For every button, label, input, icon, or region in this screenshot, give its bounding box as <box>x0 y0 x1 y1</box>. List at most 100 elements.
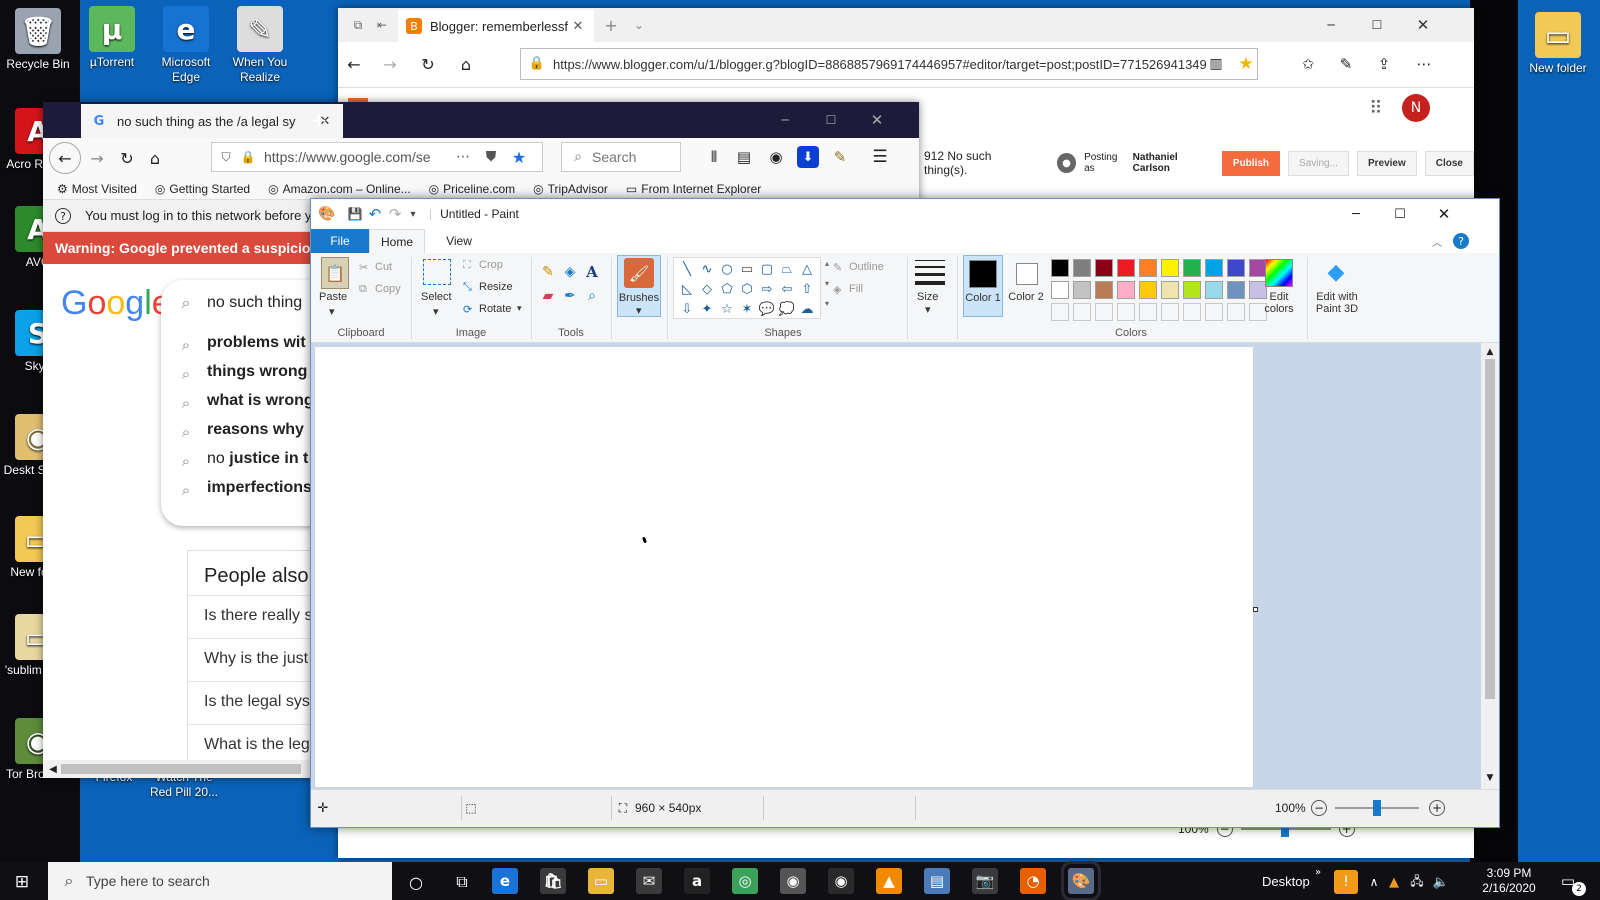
windows-start-icon[interactable]: ⊞ <box>10 870 34 894</box>
save-icon[interactable]: 💾 <box>345 207 365 221</box>
pen-icon[interactable]: ✎ <box>1334 52 1358 76</box>
desktop-icon-torrent[interactable]: µ µTorrent <box>74 6 150 70</box>
taskbar-paint-doc-icon[interactable]: ▤ <box>924 868 950 894</box>
palette-swatch[interactable] <box>1073 281 1091 299</box>
tab-home[interactable]: Home <box>369 229 425 253</box>
scroll-left-icon[interactable]: ◀ <box>47 762 59 776</box>
sidebar-icon[interactable]: ▤ <box>733 146 755 168</box>
new-tab-icon[interactable]: + <box>307 108 331 132</box>
shape-tool-icon[interactable]: ▭ <box>738 260 756 278</box>
palette-swatch[interactable] <box>1227 281 1245 299</box>
palette-swatch[interactable] <box>1161 259 1179 277</box>
resize-button[interactable]: Resize <box>479 281 513 293</box>
desktop-icon-new-folder[interactable]: ▭ New folder <box>1520 12 1596 76</box>
bookmark-getting-started[interactable]: ◎ Getting Started <box>155 182 250 196</box>
pocket-icon[interactable]: ⛊ <box>482 149 500 165</box>
vertical-scrollbar[interactable]: ▲ ▼ <box>1481 343 1499 789</box>
palette-swatch[interactable] <box>1051 259 1069 277</box>
shape-tool-icon[interactable]: 💭 <box>778 300 796 318</box>
palette-swatch[interactable] <box>1161 281 1179 299</box>
firefox-address-bar[interactable]: ⛉ 🔒 https://www.google.com/se ⋯ ⛊ ★ <box>211 142 543 172</box>
suggestion-item[interactable]: reasons why <box>207 421 304 439</box>
palette-swatch-empty[interactable] <box>1139 303 1157 321</box>
zoom-in-icon[interactable]: + <box>1429 800 1445 816</box>
taskbar-amazon-icon[interactable]: a <box>684 868 710 894</box>
apps-grid-icon[interactable]: ⠿ <box>1364 96 1388 120</box>
palette-swatch[interactable] <box>1095 259 1113 277</box>
shape-tool-icon[interactable]: ◺ <box>678 280 696 298</box>
shape-tool-icon[interactable]: 💬 <box>758 300 776 318</box>
google-logo[interactable]: Google <box>61 284 171 323</box>
brushes-button[interactable]: 🖌 Brushes ▾ <box>617 255 661 317</box>
taskbar-app-icon[interactable]: ◉ <box>828 868 854 894</box>
close-icon[interactable]: ✕ <box>865 110 889 130</box>
system-clock[interactable]: 3:09 PM 2/16/2020 <box>1478 866 1540 896</box>
size-lines-icon[interactable] <box>915 257 945 287</box>
zoom-out-icon[interactable]: − <box>1311 800 1327 816</box>
color-picker-icon[interactable]: ✒ <box>561 287 579 305</box>
minimize-icon[interactable]: ─ <box>1316 14 1346 36</box>
page-actions-icon[interactable]: ⋯ <box>454 149 472 165</box>
palette-swatch-empty[interactable] <box>1183 303 1201 321</box>
palette-swatch[interactable] <box>1205 259 1223 277</box>
shape-tool-icon[interactable]: ⇩ <box>678 300 696 318</box>
reload-icon[interactable]: ↻ <box>115 146 139 170</box>
avatar[interactable]: N <box>1402 94 1430 122</box>
paa-question[interactable]: Is the legal sys <box>204 693 310 711</box>
palette-swatch[interactable] <box>1051 281 1069 299</box>
account-icon[interactable]: ◉ <box>765 146 787 168</box>
palette-swatch[interactable] <box>1205 281 1223 299</box>
suggestion-item[interactable]: no justice in t <box>207 450 308 468</box>
download-extension-icon[interactable]: ⬇ <box>797 146 819 168</box>
select-button[interactable]: Select <box>421 291 452 303</box>
palette-swatch[interactable] <box>1073 259 1091 277</box>
back-icon[interactable]: ← <box>49 142 81 174</box>
shape-tool-icon[interactable]: ◇ <box>698 280 716 298</box>
bookmark-star-icon[interactable]: ★ <box>510 148 528 167</box>
minimize-icon[interactable]: ─ <box>773 110 797 130</box>
back-icon[interactable]: ← <box>342 52 366 76</box>
customize-qat-icon[interactable]: ▾ <box>405 209 421 220</box>
volume-icon[interactable]: 🔈 <box>1432 872 1450 892</box>
show-hidden-icons-icon[interactable]: ∧ <box>1366 872 1382 892</box>
home-icon[interactable]: ⌂ <box>454 52 478 76</box>
forward-icon[interactable]: → <box>378 52 402 76</box>
menu-icon[interactable]: ☰ <box>869 146 891 168</box>
scroll-thumb[interactable] <box>1485 359 1495 699</box>
refresh-icon[interactable]: ↻ <box>416 52 440 76</box>
vlc-tray-icon[interactable]: ▲ <box>1386 872 1402 892</box>
shape-tool-icon[interactable]: ▢ <box>758 260 776 278</box>
library-icon[interactable]: ⫴ <box>703 146 725 168</box>
palette-swatch[interactable] <box>1183 259 1201 277</box>
palette-swatch-empty[interactable] <box>1095 303 1113 321</box>
taskbar-firefox-icon[interactable]: ◔ <box>1020 868 1046 894</box>
bookmark-most-visited[interactable]: ⚙ Most Visited <box>57 182 137 196</box>
tab-view[interactable]: View <box>431 229 487 253</box>
reading-view-icon[interactable]: ▥ <box>1206 54 1226 74</box>
desktop-icon-when-you-realize[interactable]: ✎ When You Realize <box>222 6 298 85</box>
suggestion-item[interactable]: imperfections <box>207 479 312 497</box>
more-icon[interactable]: ⋯ <box>1412 52 1436 76</box>
shape-tool-icon[interactable]: △ <box>798 260 816 278</box>
bookmark-amazon-com-online[interactable]: ◎ Amazon.com – Online... <box>268 182 411 196</box>
taskbar-camera-icon[interactable]: 📷 <box>972 868 998 894</box>
close-icon[interactable]: ✕ <box>1408 14 1438 36</box>
palette-swatch[interactable] <box>1117 259 1135 277</box>
undo-icon[interactable]: ↶ <box>365 205 385 223</box>
bookmark-priceline-com[interactable]: ◎ Priceline.com <box>429 182 516 196</box>
palette-swatch[interactable] <box>1227 259 1245 277</box>
eraser-icon[interactable]: ▰ <box>539 287 557 305</box>
forward-icon[interactable]: → <box>85 146 109 170</box>
shape-tool-icon[interactable]: ⇦ <box>778 280 796 298</box>
new-tab-icon[interactable]: + <box>600 14 622 36</box>
taskbar-edge-icon[interactable]: e <box>492 868 518 894</box>
favorites-icon[interactable]: ✩ <box>1296 52 1320 76</box>
redo-icon[interactable]: ↷ <box>385 205 405 223</box>
paa-question[interactable]: Why is the just <box>204 650 308 668</box>
shapes-scroll-up-icon[interactable]: ▴ <box>825 259 829 268</box>
paste-dropdown-icon[interactable]: ▾ <box>329 305 335 318</box>
edit-colors-button[interactable]: Edit colors <box>1255 291 1303 315</box>
taskbar-mail-icon[interactable]: ✉ <box>636 868 662 894</box>
fill-bucket-icon[interactable]: ◈ <box>561 263 579 281</box>
cortana-icon[interactable]: ○ <box>404 870 428 894</box>
